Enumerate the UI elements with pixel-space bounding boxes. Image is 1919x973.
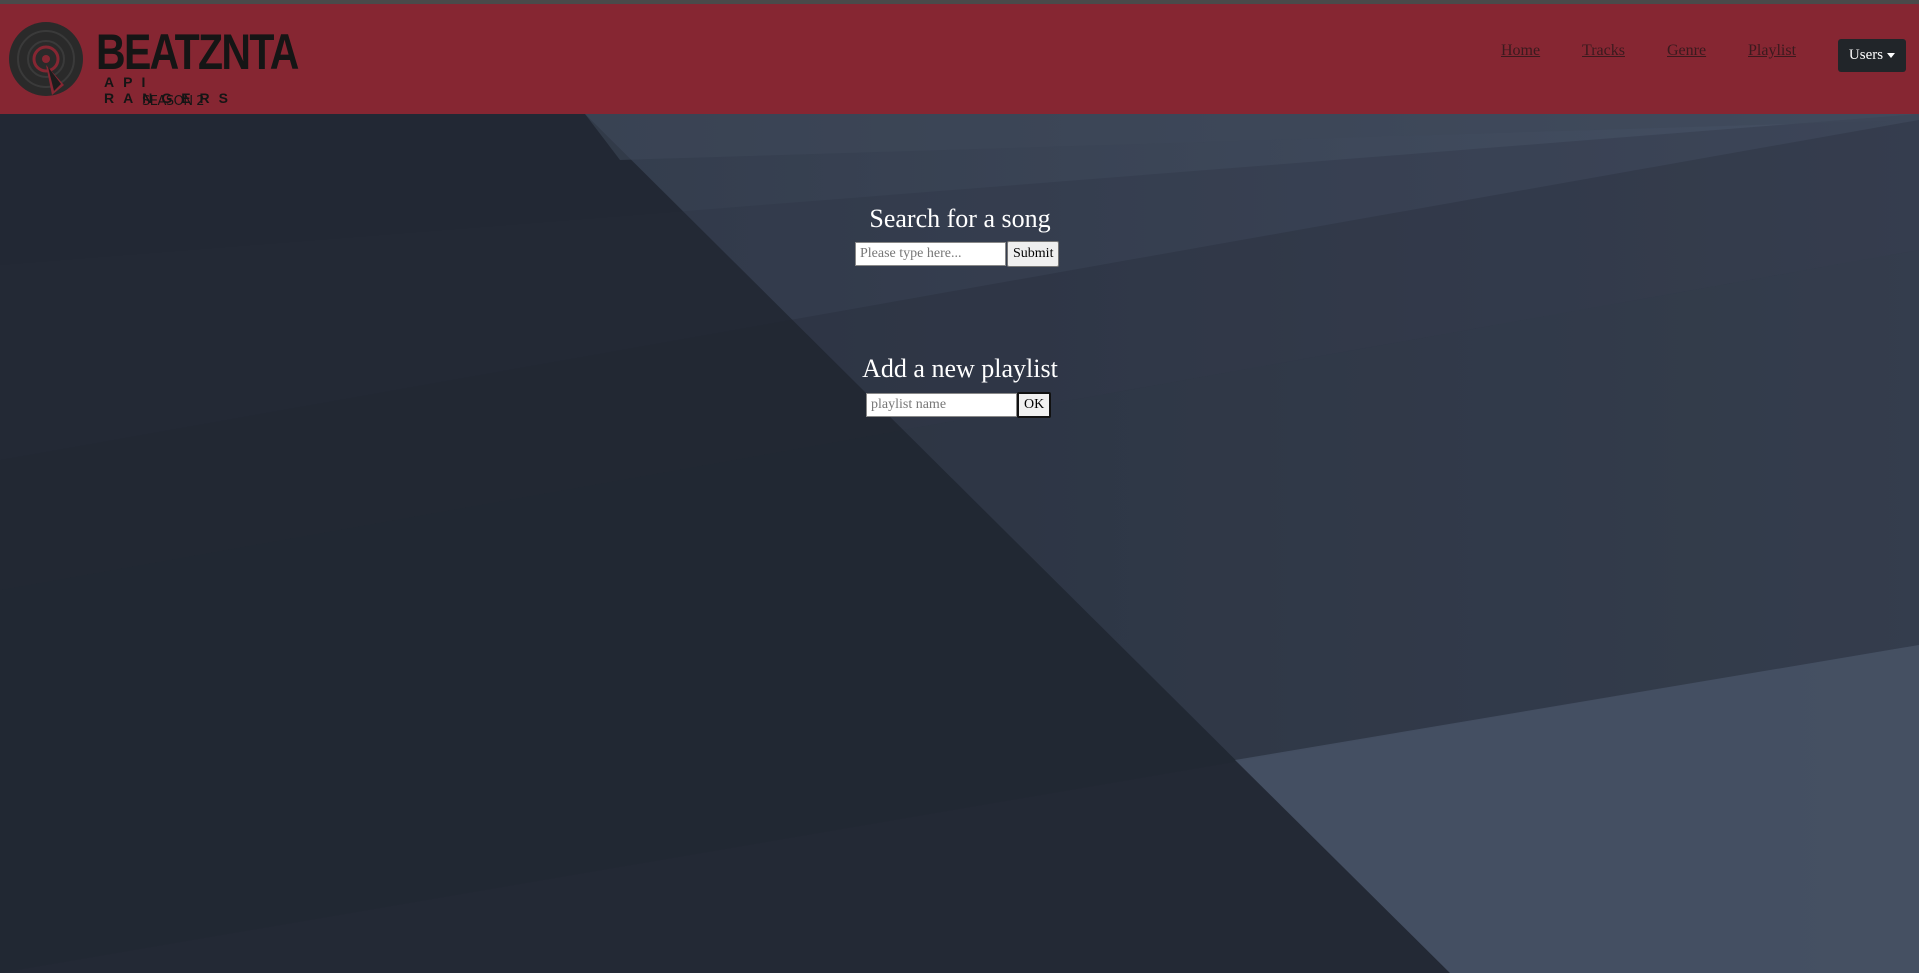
ok-button[interactable]: OK <box>1017 392 1052 418</box>
nav-link-playlist[interactable]: Playlist <box>1748 42 1796 60</box>
nav-link-genre[interactable]: Genre <box>1667 42 1706 60</box>
nav-link-tracks[interactable]: Tracks <box>1582 42 1625 60</box>
navbar: BEATZNTA API RANGERS SEASON 2 Home Track… <box>0 4 1919 114</box>
playlist-heading: Add a new playlist <box>862 354 1058 383</box>
caret-down-icon <box>1887 53 1896 58</box>
vinyl-record-icon <box>9 22 83 96</box>
users-dropdown-button[interactable]: Users <box>1838 39 1906 72</box>
submit-button[interactable]: Submit <box>1007 241 1060 267</box>
search-heading: Search for a song <box>869 204 1051 233</box>
song-search-input[interactable] <box>855 242 1006 266</box>
nav-link-home[interactable]: Home <box>1501 42 1540 60</box>
users-button-label: Users <box>1848 47 1884 63</box>
logo-season: SEASON 2 <box>142 94 204 109</box>
logo-wordmark: BEATZNTA <box>96 24 299 80</box>
logo[interactable]: BEATZNTA API RANGERS SEASON 2 <box>8 21 299 113</box>
playlist-name-input[interactable] <box>866 393 1017 417</box>
